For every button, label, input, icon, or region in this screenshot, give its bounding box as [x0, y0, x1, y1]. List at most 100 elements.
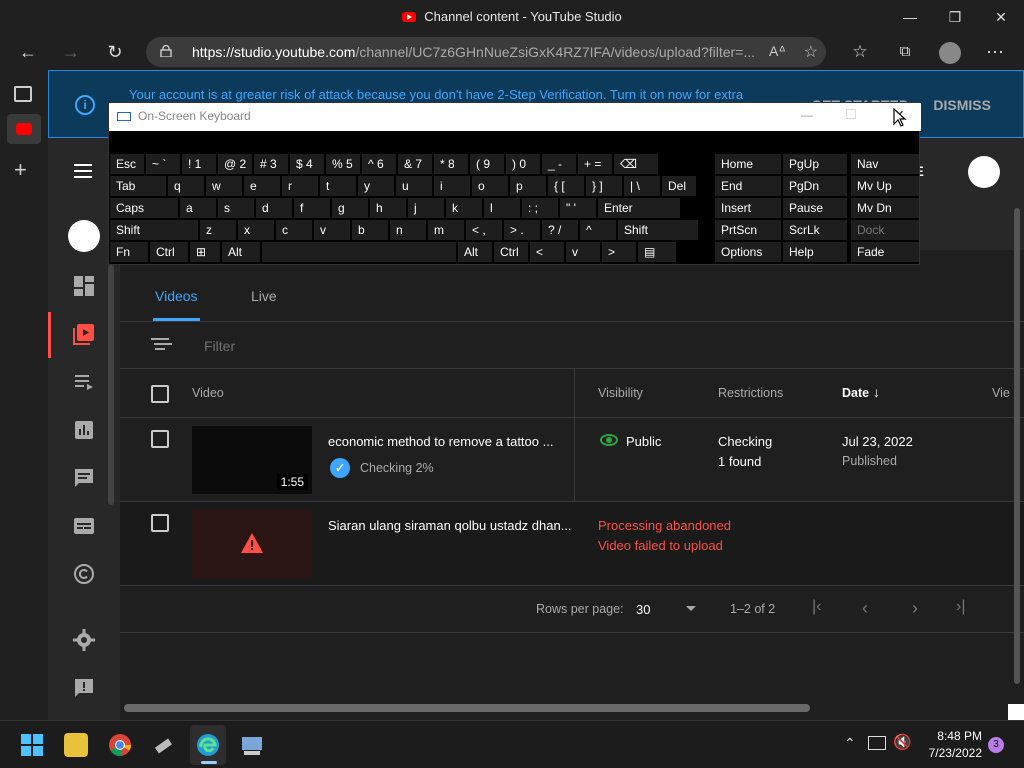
osk-key[interactable]: d: [256, 198, 292, 218]
osk-key[interactable]: i: [434, 176, 470, 196]
add-favorite-icon[interactable]: ☆: [804, 42, 818, 62]
row-checkbox[interactable]: [151, 514, 169, 532]
osk-key[interactable]: ~ `: [146, 154, 180, 174]
osk-nav-key[interactable]: Help: [783, 242, 847, 262]
osk-title-bar[interactable]: On-Screen Keyboard — ✕: [109, 103, 921, 131]
col-visibility[interactable]: Visibility: [598, 386, 643, 400]
notification-badge[interactable]: 3: [988, 737, 1004, 753]
osk-nav-key[interactable]: Home: [715, 154, 781, 174]
feedback-icon[interactable]: [72, 676, 96, 700]
osk-key[interactable]: Shift: [110, 220, 198, 240]
osk-key[interactable]: r: [282, 176, 318, 196]
osk-key[interactable]: p: [510, 176, 546, 196]
osk-key[interactable]: q: [168, 176, 204, 196]
osk-key[interactable]: h: [370, 198, 406, 218]
clock-date[interactable]: 7/23/2022: [918, 746, 982, 760]
analytics-icon[interactable]: [72, 418, 96, 442]
osk-key[interactable]: Esc: [110, 154, 144, 174]
osk-key[interactable]: x: [238, 220, 274, 240]
osk-key[interactable]: g: [332, 198, 368, 218]
profile-icon[interactable]: [935, 37, 965, 67]
tab-live[interactable]: Live: [251, 288, 277, 304]
osk-key[interactable]: <: [530, 242, 564, 262]
osk-nav-key[interactable]: Mv Up: [851, 176, 919, 196]
video-thumbnail[interactable]: 1:55: [192, 426, 312, 494]
forward-button[interactable]: →: [56, 37, 86, 67]
osk-key[interactable]: ^ 6: [362, 154, 396, 174]
filter-input[interactable]: Filter: [204, 338, 235, 354]
osk-key[interactable]: n: [390, 220, 426, 240]
osk-key[interactable]: # 3: [254, 154, 288, 174]
osk-key[interactable]: ? /: [542, 220, 578, 240]
osk-key[interactable]: Alt: [222, 242, 260, 262]
col-date[interactable]: Date: [842, 386, 869, 400]
osk-key[interactable]: Enter: [598, 198, 680, 218]
osk-key[interactable]: j: [408, 198, 444, 218]
comments-icon[interactable]: [72, 466, 96, 490]
prev-page-icon[interactable]: ‹: [862, 598, 868, 619]
usb-drive-icon[interactable]: [152, 733, 176, 757]
visibility-value[interactable]: Public: [626, 434, 661, 449]
osk-nav-key[interactable]: End: [715, 176, 781, 196]
osk-key[interactable]: _ -: [542, 154, 576, 174]
copyright-icon[interactable]: [72, 562, 96, 586]
osk-key[interactable]: % 5: [326, 154, 360, 174]
minimize-button[interactable]: —: [895, 4, 925, 30]
osk-nav-key[interactable]: Options: [715, 242, 781, 262]
osk-key[interactable]: a: [180, 198, 216, 218]
osk-key[interactable]: b: [352, 220, 388, 240]
dismiss-button[interactable]: DISMISS: [933, 97, 991, 113]
osk-key[interactable]: Shift: [618, 220, 698, 240]
osk-nav-key[interactable]: ScrLk: [783, 220, 847, 240]
read-aloud-icon[interactable]: Aᐞ: [769, 43, 786, 60]
osk-key[interactable]: ^: [580, 220, 616, 240]
osk-key[interactable]: e: [244, 176, 280, 196]
osk-key[interactable]: " ': [560, 198, 596, 218]
osk-nav-key[interactable]: Nav: [851, 154, 919, 174]
osk-key[interactable]: c: [276, 220, 312, 240]
tab-videos[interactable]: Videos: [155, 288, 198, 304]
back-button[interactable]: ←: [13, 37, 43, 67]
osk-minimize-button[interactable]: —: [801, 108, 813, 122]
playlists-icon[interactable]: [72, 370, 96, 394]
col-restrictions[interactable]: Restrictions: [718, 386, 783, 400]
collections-icon[interactable]: ⧉: [890, 37, 920, 67]
video-title[interactable]: Siaran ulang siraman qolbu ustadz dhan..…: [328, 518, 572, 533]
first-page-icon[interactable]: |‹: [812, 598, 821, 616]
subtitles-icon[interactable]: [72, 514, 96, 538]
edge-icon[interactable]: [196, 733, 220, 757]
osk-key[interactable]: ⊞: [190, 242, 220, 262]
osk-key[interactable]: & 7: [398, 154, 432, 174]
osk-key[interactable]: u: [396, 176, 432, 196]
video-title[interactable]: economic method to remove a tattoo ...: [328, 434, 553, 449]
chrome-icon[interactable]: [108, 733, 132, 757]
osk-key[interactable]: | \: [624, 176, 660, 196]
osk-key[interactable]: $ 4: [290, 154, 324, 174]
osk-nav-key[interactable]: PgUp: [783, 154, 847, 174]
osk-key[interactable]: o: [472, 176, 508, 196]
osk-key[interactable]: z: [200, 220, 236, 240]
osk-key[interactable]: Fn: [110, 242, 148, 262]
osk-nav-key[interactable]: Mv Dn: [851, 198, 919, 218]
osk-nav-key[interactable]: Dock: [851, 220, 919, 240]
osk-app-icon[interactable]: [240, 733, 264, 757]
address-bar[interactable]: https://studio.youtube.com/channel/UC7z6…: [146, 37, 826, 67]
app-icon[interactable]: [64, 733, 88, 757]
osk-key[interactable]: ) 0: [506, 154, 540, 174]
osk-key[interactable]: { [: [548, 176, 584, 196]
content-icon[interactable]: [72, 322, 96, 346]
osk-key[interactable]: ! 1: [182, 154, 216, 174]
osk-key[interactable]: ⌫: [614, 154, 658, 174]
osk-maximize-button[interactable]: [846, 109, 856, 119]
filter-icon[interactable]: [151, 338, 169, 340]
sort-down-icon[interactable]: ↓: [873, 384, 880, 400]
osk-key[interactable]: @ 2: [218, 154, 252, 174]
table-row[interactable]: 1:55 economic method to remove a tattoo …: [120, 418, 1024, 501]
osk-key[interactable]: + =: [578, 154, 612, 174]
nav-scrollbar[interactable]: [108, 265, 114, 505]
osk-key[interactable]: t: [320, 176, 356, 196]
more-menu-icon[interactable]: ⋯: [980, 37, 1010, 67]
osk-key[interactable]: } ]: [586, 176, 622, 196]
favorites-icon[interactable]: ☆: [845, 37, 875, 67]
volume-muted-icon[interactable]: 🔇: [893, 733, 912, 751]
